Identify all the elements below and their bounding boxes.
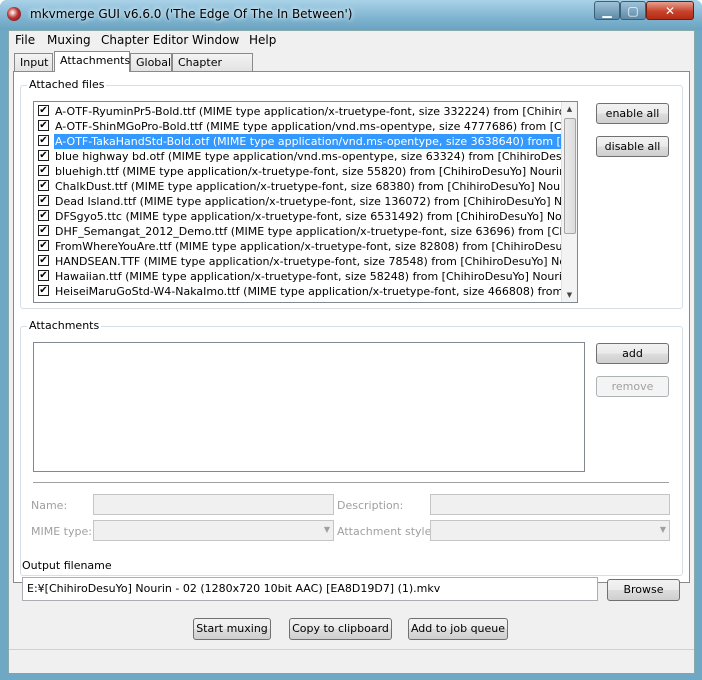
app-window: mkvmerge GUI v6.6.0 ('The Edge Of The In…	[0, 0, 702, 680]
menu-window[interactable]: Window	[192, 33, 239, 47]
enable-all-button[interactable]: enable all	[596, 103, 669, 124]
output-filename-label: Output filename	[22, 559, 112, 572]
enabled-checkbox[interactable]: ✔	[38, 225, 49, 236]
tab-global[interactable]: Global	[130, 53, 172, 71]
enabled-checkbox[interactable]: ✔	[38, 285, 49, 296]
menu-help[interactable]: Help	[249, 33, 276, 47]
menu-chapter-editor[interactable]: Chapter Editor	[101, 33, 188, 47]
attached-file-row[interactable]: ✔ blue highway bd.otf (MIME type applicat…	[34, 149, 578, 164]
attached-file-row[interactable]: ✔ Dead Island.ttf (MIME type application/…	[34, 194, 577, 209]
title-bar[interactable]: mkvmerge GUI v6.6.0 ('The Edge Of The In…	[0, 0, 702, 30]
attached-file-label: ChalkDust.ttf (MIME type application/x-t…	[55, 180, 577, 193]
attached-file-row[interactable]: ✔ ChalkDust.ttf (MIME type application/x-…	[34, 179, 577, 194]
start-muxing-button[interactable]: Start muxing	[193, 618, 271, 640]
copy-to-clipboard-button[interactable]: Copy to clipboard	[289, 618, 392, 640]
description-label: Description:	[337, 499, 404, 512]
add-button[interactable]: add	[596, 343, 669, 364]
attached-file-row[interactable]: ✔ A-OTF-TakaHandStd-Bold.otf (MIME type a…	[34, 134, 577, 149]
menu-file[interactable]: File	[15, 33, 35, 47]
attached-file-label: blue highway bd.otf (MIME type applicati…	[55, 150, 578, 163]
add-to-job-queue-button[interactable]: Add to job queue	[408, 618, 508, 640]
attached-file-label: A-OTF-RyuminPr5-Bold.ttf (MIME type appl…	[55, 105, 577, 118]
name-label: Name:	[31, 499, 68, 512]
attached-file-row[interactable]: ✔ FromWhereYouAre.ttf (MIME type applicat…	[34, 239, 578, 254]
enabled-checkbox[interactable]: ✔	[38, 270, 49, 281]
attached-file-label: DFSgyo5.ttc (MIME type application/x-tru…	[55, 210, 577, 223]
attached-files-label: Attached files	[27, 78, 107, 91]
menu-bar: File Muxing Chapter Editor Window Help	[9, 31, 694, 50]
app-icon	[7, 7, 21, 21]
attachment-style-label: Attachment style:	[337, 525, 436, 538]
attached-file-label: A-OTF-TakaHandStd-Bold.otf (MIME type ap…	[54, 134, 577, 149]
tab-input[interactable]: Input	[14, 53, 53, 71]
attached-file-row[interactable]: ✔ DFSgyo5.ttc (MIME type application/x-tr…	[34, 209, 577, 224]
chevron-down-icon: ▼	[323, 525, 330, 534]
mime-type-select[interactable]: ▼	[93, 520, 334, 541]
attached-file-label: Dead Island.ttf (MIME type application/x…	[55, 195, 577, 208]
description-field[interactable]	[430, 494, 670, 515]
enabled-checkbox[interactable]: ✔	[38, 240, 49, 251]
attached-file-row[interactable]: ✔ A-OTF-ShinMGoPro-Bold.ttf (MIME type ap…	[34, 119, 577, 134]
enabled-checkbox[interactable]: ✔	[38, 120, 49, 131]
remove-button[interactable]: remove	[596, 376, 669, 397]
window-title: mkvmerge GUI v6.6.0 ('The Edge Of The In…	[30, 7, 353, 21]
enabled-checkbox[interactable]: ✔	[38, 180, 49, 191]
mime-type-label: MIME type:	[31, 525, 92, 538]
menu-muxing[interactable]: Muxing	[47, 33, 91, 47]
enabled-checkbox[interactable]: ✔	[38, 150, 49, 161]
chevron-down-icon: ▼	[659, 525, 666, 534]
tab-attachments[interactable]: Attachments	[54, 51, 130, 72]
close-button[interactable]: ✕	[646, 1, 694, 20]
attached-file-row[interactable]: ✔ bluehigh.ttf (MIME type application/x-t…	[34, 164, 577, 179]
attached-file-label: A-OTF-ShinMGoPro-Bold.ttf (MIME type app…	[55, 120, 577, 133]
attachments-tab-panel: Attached files ✔ A-OTF-RyuminPr5-Bold.ttf…	[13, 71, 690, 583]
attached-file-label: DHF_Semangat_2012_Demo.ttf (MIME type ap…	[55, 225, 577, 238]
status-bar	[9, 649, 694, 673]
attachments-list[interactable]	[33, 342, 585, 472]
enabled-checkbox[interactable]: ✔	[38, 105, 49, 116]
scroll-up-icon[interactable]: ▲	[562, 102, 577, 116]
list-scrollbar[interactable]: ▲ ▼	[561, 102, 577, 302]
disable-all-button[interactable]: disable all	[596, 136, 669, 157]
attached-files-group: Attached files ✔ A-OTF-RyuminPr5-Bold.ttf…	[20, 78, 683, 309]
attachments-group: Attachments add remove Name: Description…	[20, 319, 683, 576]
enabled-checkbox[interactable]: ✔	[38, 135, 49, 146]
attached-file-label: HANDSEAN.TTF (MIME type application/x-tr…	[55, 255, 577, 268]
enabled-checkbox[interactable]: ✔	[38, 210, 49, 221]
attached-file-row[interactable]: ✔ A-OTF-RyuminPr5-Bold.ttf (MIME type app…	[34, 104, 577, 119]
maximize-button[interactable]: ▢	[620, 1, 646, 20]
tab-chapter-editor[interactable]: Chapter Editor	[172, 53, 253, 87]
attached-file-row[interactable]: ✔ HeiseiMaruGoStd-W4-NakaImo.ttf (MIME ty…	[34, 284, 577, 299]
enabled-checkbox[interactable]: ✔	[38, 165, 49, 176]
attached-file-label: FromWhereYouAre.ttf (MIME type applicati…	[55, 240, 578, 253]
attached-files-list[interactable]: ✔ A-OTF-RyuminPr5-Bold.ttf (MIME type app…	[33, 101, 578, 303]
enabled-checkbox[interactable]: ✔	[38, 255, 49, 266]
attached-file-row[interactable]: ✔ HANDSEAN.TTF (MIME type application/x-t…	[34, 254, 577, 269]
minimize-button[interactable]: ▁	[594, 1, 620, 20]
attached-file-row[interactable]: ✔ DHF_Semangat_2012_Demo.ttf (MIME type a…	[34, 224, 577, 239]
attached-file-label: Hawaiian.ttf (MIME type application/x-tr…	[55, 270, 577, 283]
scroll-thumb[interactable]	[564, 118, 576, 234]
browse-button[interactable]: Browse	[607, 579, 680, 601]
name-field[interactable]	[93, 494, 334, 515]
attached-file-label: bluehigh.ttf (MIME type application/x-tr…	[55, 165, 577, 178]
enabled-checkbox[interactable]: ✔	[38, 195, 49, 206]
scroll-down-icon[interactable]: ▼	[562, 288, 577, 302]
attached-file-row[interactable]: ✔ Hawaiian.ttf (MIME type application/x-t…	[34, 269, 577, 284]
client-area: File Muxing Chapter Editor Window Help I…	[8, 30, 695, 673]
divider	[33, 482, 669, 483]
output-filename-input[interactable]: E:¥[ChihiroDesuYo] Nourin - 02 (1280x720…	[22, 577, 598, 601]
attached-file-label: HeiseiMaruGoStd-W4-NakaImo.ttf (MIME typ…	[55, 285, 577, 298]
attachment-style-select[interactable]: ▼	[430, 520, 670, 541]
attachments-label: Attachments	[27, 319, 102, 332]
